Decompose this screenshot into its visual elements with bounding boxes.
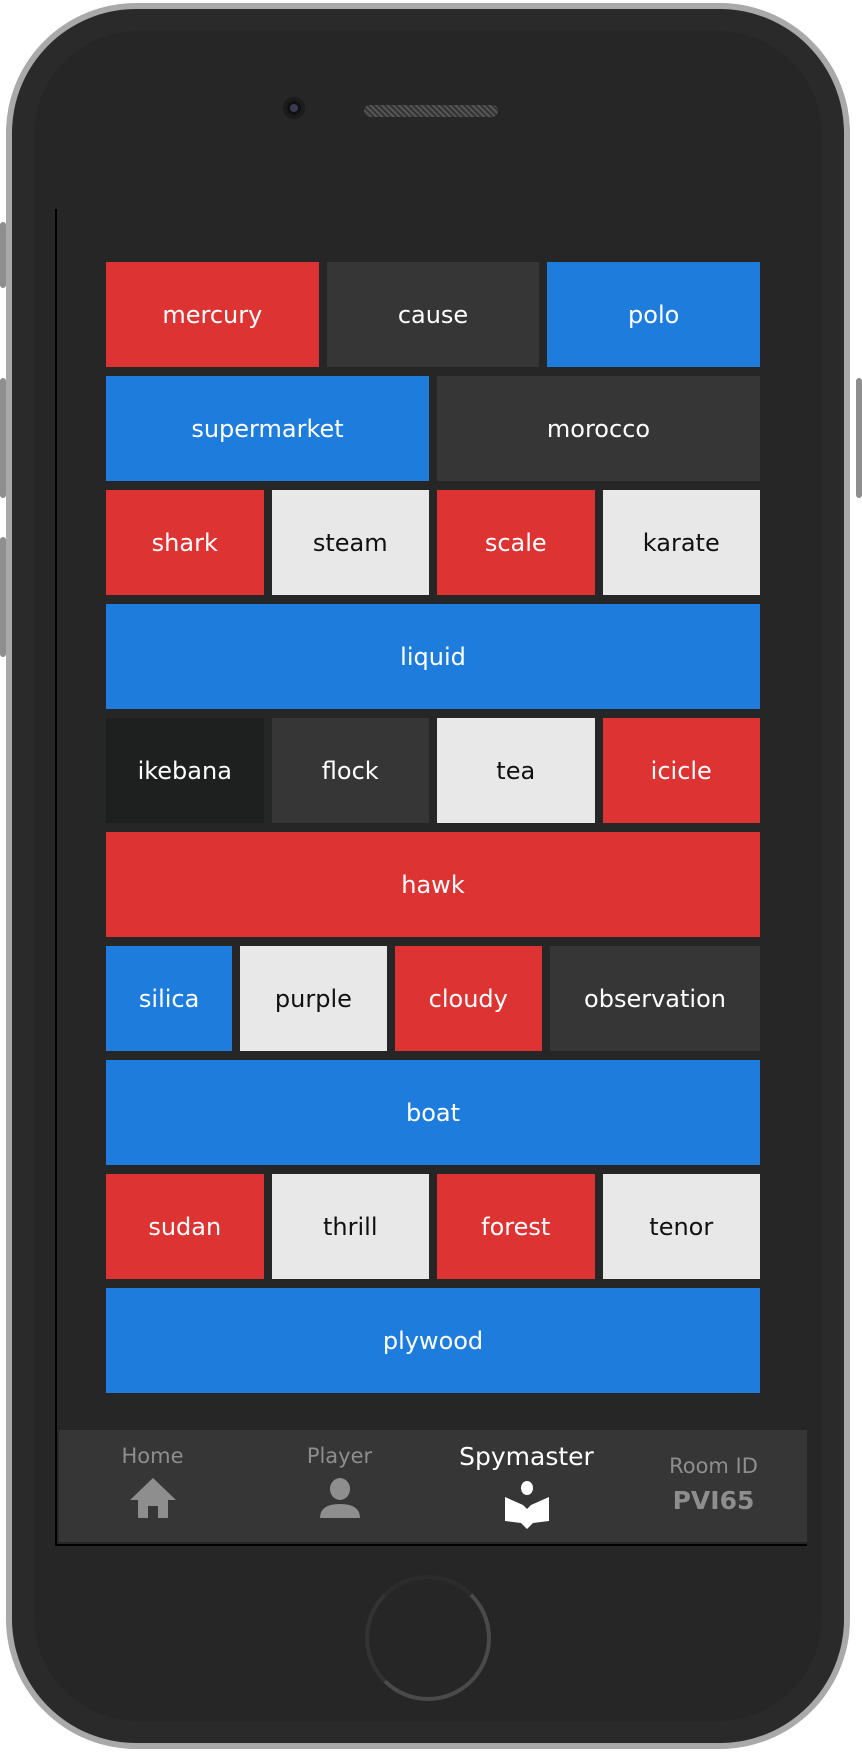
word-card-thrill[interactable]: thrill — [271, 1174, 429, 1279]
word-card-morocco[interactable]: morocco — [437, 376, 760, 481]
word-card-tenor[interactable]: tenor — [602, 1174, 760, 1279]
nav-player-label: Player — [306, 1444, 373, 1468]
word-card-karate[interactable]: karate — [602, 490, 760, 595]
word-card-supermarket[interactable]: supermarket — [106, 376, 429, 481]
room-id-display: Room ID PVI65 — [620, 1430, 807, 1542]
mute-switch — [0, 222, 6, 288]
word-card-shark[interactable]: shark — [106, 490, 264, 595]
word-card-mercury[interactable]: mercury — [106, 262, 319, 367]
word-card-flock[interactable]: flock — [271, 718, 429, 823]
word-board: mercury cause polo supermarket morocco shark s… — [106, 262, 761, 1402]
word-card-boat[interactable]: boat — [106, 1060, 760, 1165]
app-screen: mercury cause polo supermarket morocco shark s… — [55, 209, 807, 1546]
word-card-liquid[interactable]: liquid — [106, 604, 760, 709]
speaker-grille — [364, 105, 498, 117]
board-row: shark steam scale karate — [106, 490, 760, 595]
board-row: sudan thrill forest tenor — [106, 1174, 760, 1279]
nav-spymaster[interactable]: Spymaster — [433, 1430, 620, 1542]
board-row: ikebana flock tea icicle — [106, 718, 760, 823]
nav-home[interactable]: Home — [59, 1430, 246, 1542]
nav-player[interactable]: Player — [246, 1430, 433, 1542]
person-icon — [319, 1478, 360, 1518]
power-button — [856, 378, 862, 498]
room-id-value: PVI65 — [672, 1486, 755, 1515]
front-camera — [283, 97, 305, 119]
word-card-hawk[interactable]: hawk — [106, 832, 760, 937]
word-card-tea[interactable]: tea — [437, 718, 595, 823]
room-id-label: Room ID — [669, 1454, 758, 1478]
word-card-plywood[interactable]: plywood — [106, 1288, 760, 1393]
board-row: boat — [106, 1060, 760, 1165]
word-card-forest[interactable]: forest — [437, 1174, 595, 1279]
bottom-nav: Home Player Spymaster Room ID PVI65 — [59, 1430, 807, 1542]
board-row: silica purple cloudy observation — [106, 946, 760, 1051]
volume-up-button — [0, 378, 6, 498]
board-row: mercury cause polo — [106, 262, 761, 367]
word-card-sudan[interactable]: sudan — [106, 1174, 264, 1279]
word-card-observation[interactable]: observation — [550, 946, 760, 1051]
board-row: supermarket morocco — [106, 376, 760, 481]
home-icon — [129, 1478, 176, 1518]
nav-spymaster-label: Spymaster — [459, 1442, 594, 1471]
word-card-cause[interactable]: cause — [326, 262, 540, 367]
word-card-polo[interactable]: polo — [547, 262, 761, 367]
word-card-silica[interactable]: silica — [106, 946, 233, 1051]
word-card-steam[interactable]: steam — [271, 490, 429, 595]
board-row: hawk — [106, 832, 760, 937]
word-card-icicle[interactable]: icicle — [602, 718, 760, 823]
word-card-ikebana[interactable]: ikebana — [106, 718, 264, 823]
word-card-purple[interactable]: purple — [240, 946, 387, 1051]
home-hardware-button[interactable] — [365, 1575, 491, 1701]
word-card-scale[interactable]: scale — [437, 490, 595, 595]
board-row: liquid — [106, 604, 760, 709]
book-reader-icon — [504, 1481, 549, 1529]
volume-down-button — [0, 537, 6, 657]
word-card-cloudy[interactable]: cloudy — [394, 946, 542, 1051]
nav-home-label: Home — [121, 1444, 184, 1468]
board-row: plywood — [106, 1288, 760, 1393]
